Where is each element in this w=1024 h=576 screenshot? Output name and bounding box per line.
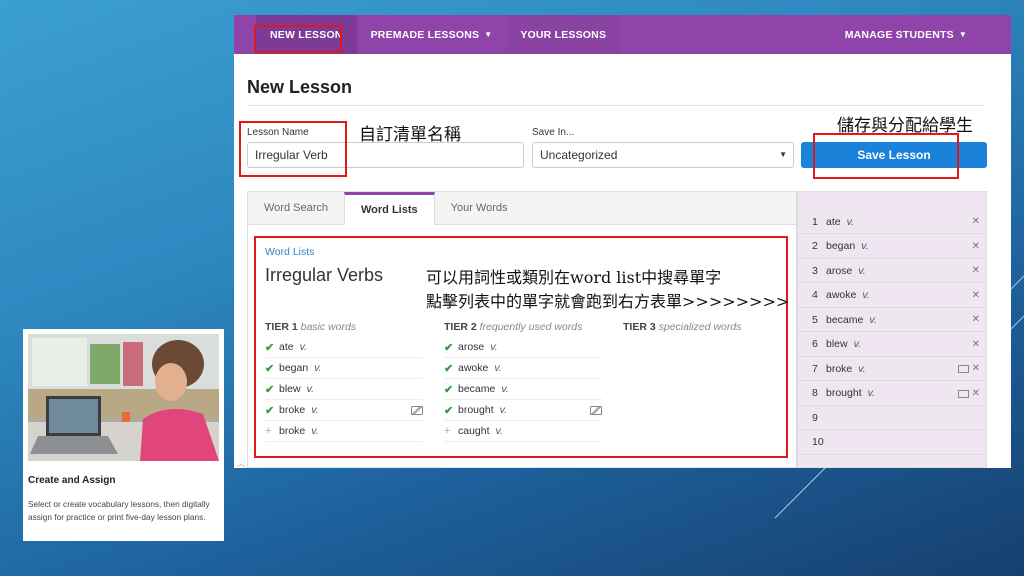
remove-icon[interactable]: ✕	[972, 314, 980, 325]
part-of-speech: v.	[846, 215, 854, 228]
caret-down-icon: ▼	[484, 30, 493, 39]
nav-premade-lessons[interactable]: PREMADE LESSONS ▼	[357, 15, 507, 54]
selected-word-number: 10	[812, 436, 824, 448]
selected-word-text: became	[826, 313, 864, 326]
remove-icon[interactable]: ✕	[972, 388, 980, 399]
save-in-label: Save In...	[532, 127, 575, 138]
tab-bar: Word Search Word Lists Your Words	[248, 192, 796, 225]
part-of-speech: v.	[869, 313, 877, 326]
annotation-box-save	[813, 133, 959, 179]
selected-word-row[interactable]: 6 blew v. ✕	[798, 333, 986, 357]
selected-word-row[interactable]: 7 broke v. ✕	[798, 357, 986, 381]
card-title: Create and Assign	[28, 475, 116, 486]
selected-word-text: brought	[826, 387, 862, 399]
annotation-box-new-lesson	[254, 25, 342, 53]
feature-card: Create and Assign Select or create vocab…	[23, 329, 224, 541]
remove-icon[interactable]: ✕	[972, 290, 980, 301]
part-of-speech: v.	[861, 240, 869, 252]
selected-word-number: 2	[812, 240, 818, 252]
divider	[247, 105, 985, 106]
chevron-up-icon[interactable]: ︿	[237, 458, 245, 468]
save-in-select[interactable]: Uncategorized ▼	[532, 142, 794, 168]
selected-word-number: 9	[812, 411, 818, 424]
annotation-list-note-1: 可以用詞性或類別在word list中搜尋單字	[426, 268, 722, 287]
remove-icon[interactable]: ✕	[972, 265, 980, 276]
remove-icon[interactable]: ✕	[972, 363, 980, 374]
part-of-speech: v.	[853, 338, 861, 350]
selected-words-sidebar: 1 ate v. ✕ 2 began v. ✕ 3 arose v. ✕ 4 awoke v. ✕ 5 becam…	[797, 191, 987, 468]
remove-icon[interactable]: ✕	[972, 339, 980, 350]
tab-word-search[interactable]: Word Search	[248, 192, 344, 224]
tab-word-lists[interactable]: Word Lists	[344, 192, 435, 225]
caret-down-icon: ▼	[779, 150, 787, 159]
selected-word-number: 5	[812, 313, 818, 326]
selected-word-row[interactable]: 4 awoke v. ✕	[798, 284, 986, 308]
page-title: New Lesson	[247, 77, 353, 97]
selected-word-row[interactable]: 3 arose v. ✕	[798, 259, 986, 283]
card-description: Select or create vocabulary lessons, the…	[28, 499, 210, 522]
selected-word-text: began	[826, 240, 856, 252]
selected-word-row[interactable]: 8 brought v. ✕	[798, 382, 986, 406]
selected-word-number: 7	[812, 362, 818, 375]
selected-word-number: 4	[812, 289, 818, 301]
selected-word-text: broke	[826, 362, 853, 375]
nav-your-lessons[interactable]: YOUR LESSONS	[506, 15, 621, 54]
nav-manage-students[interactable]: MANAGE STUDENTS ▼	[831, 15, 981, 54]
part-of-speech: v.	[862, 289, 870, 301]
part-of-speech: v.	[858, 264, 866, 277]
selected-word-row[interactable]: 5 became v. ✕	[798, 308, 986, 332]
selected-word-number: 1	[812, 215, 818, 228]
selected-word-text: ate	[826, 215, 841, 228]
caret-down-icon: ▼	[958, 30, 967, 39]
remove-icon[interactable]: ✕	[972, 241, 980, 252]
selected-word-text: blew	[826, 338, 848, 350]
annotation-list-note-2: 點擊列表中的單字就會跑到右方表單>>>>>>>>	[426, 292, 790, 311]
selected-word-row[interactable]: 2 began v. ✕	[798, 235, 986, 259]
selected-word-row[interactable]: 1 ate v. ✕	[798, 210, 986, 234]
annotation-box-lesson-name	[239, 121, 347, 177]
selected-word-row[interactable]: 10	[798, 431, 986, 455]
selected-word-number: 6	[812, 338, 818, 350]
selected-word-text: awoke	[826, 289, 857, 301]
selected-word-text: arose	[826, 264, 853, 277]
tab-your-words[interactable]: Your Words	[435, 192, 524, 224]
selected-word-number: 8	[812, 387, 818, 399]
image-icon[interactable]	[958, 365, 969, 373]
remove-icon[interactable]: ✕	[972, 216, 980, 227]
part-of-speech: v.	[858, 362, 866, 375]
annotation-save-note: 儲存與分配給學生	[837, 116, 973, 136]
top-nav: NEW LESSON PREMADE LESSONS ▼ YOUR LESSONS…	[234, 15, 1011, 54]
classroom-photo	[28, 334, 219, 461]
image-icon[interactable]	[958, 389, 969, 398]
selected-word-row[interactable]: 9	[798, 406, 986, 430]
selected-word-number: 3	[812, 264, 818, 277]
part-of-speech: v.	[867, 387, 876, 399]
annotation-name-note: 自訂清單名稱	[359, 125, 461, 145]
